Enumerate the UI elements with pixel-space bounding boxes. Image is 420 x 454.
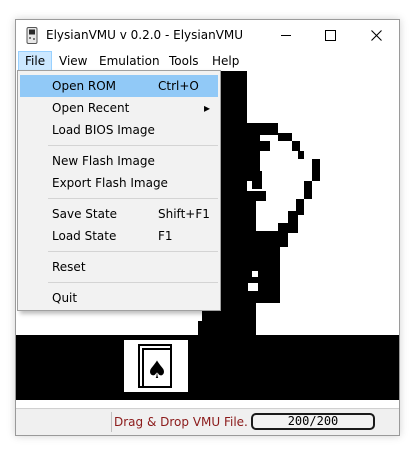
menu-item-reset[interactable]: Reset	[20, 256, 218, 278]
vmu-bottom-band	[16, 335, 399, 400]
menu-item-label: Quit	[52, 291, 78, 305]
menu-file[interactable]: File	[18, 51, 53, 71]
minimize-icon	[280, 35, 291, 36]
menu-item-label: New Flash Image	[52, 154, 155, 168]
maximize-button[interactable]	[308, 20, 353, 51]
maximize-icon	[325, 30, 336, 41]
spade-card-icon: ♠	[138, 344, 172, 388]
card-icon-tile: ♠	[124, 340, 188, 392]
menu-item-label: Save State	[52, 207, 118, 221]
title-bar[interactable]: ElysianVMU v 0.2.0 - ElysianVMU	[16, 20, 399, 51]
menu-item-label: Export Flash Image	[52, 176, 168, 190]
menu-item-open-rom[interactable]: Open ROM Ctrl+O	[20, 75, 218, 97]
menu-item-shortcut: Shift+F1	[158, 207, 210, 221]
menu-item-label: Open Recent	[52, 101, 130, 115]
menu-help[interactable]: Help	[206, 51, 245, 71]
menu-item-open-recent[interactable]: Open Recent ▸	[20, 97, 218, 119]
file-menu-dropdown: Open ROM Ctrl+O Open Recent ▸ Load BIOS …	[17, 70, 221, 311]
menu-tools[interactable]: Tools	[163, 51, 205, 71]
close-icon	[371, 30, 382, 41]
menu-item-load-state[interactable]: Load State F1	[20, 225, 218, 247]
menu-view[interactable]: View	[53, 51, 93, 71]
menu-separator	[48, 251, 218, 252]
menu-item-label: Load State	[52, 229, 117, 243]
menu-item-shortcut: F1	[158, 229, 173, 243]
window-title: ElysianVMU v 0.2.0 - ElysianVMU	[46, 28, 244, 42]
menu-item-quit[interactable]: Quit	[20, 287, 218, 309]
menu-separator	[48, 282, 218, 283]
status-bar: Drag & Drop VMU File. 200/200	[16, 408, 399, 435]
minimize-button[interactable]	[263, 20, 308, 51]
menu-bar: File View Emulation Tools Help	[16, 51, 399, 71]
block-counter: 200/200	[251, 413, 375, 430]
submenu-arrow-icon: ▸	[204, 101, 211, 115]
menu-separator	[48, 198, 218, 199]
menu-item-save-state[interactable]: Save State Shift+F1	[20, 203, 218, 225]
menu-item-label: Load BIOS Image	[52, 123, 155, 137]
menu-separator	[48, 145, 218, 146]
menu-item-shortcut: Ctrl+O	[158, 79, 199, 93]
menu-emulation[interactable]: Emulation	[93, 51, 166, 71]
menu-item-label: Reset	[52, 260, 86, 274]
menu-item-export-flash-image[interactable]: Export Flash Image	[20, 172, 218, 194]
status-divider	[111, 412, 112, 432]
menu-item-label: Open ROM	[52, 79, 117, 93]
close-button[interactable]	[354, 20, 399, 51]
status-message: Drag & Drop VMU File.	[114, 415, 248, 429]
vmu-app-icon	[26, 27, 38, 44]
svg-text:♠: ♠	[146, 356, 168, 384]
menu-item-new-flash-image[interactable]: New Flash Image	[20, 150, 218, 172]
menu-item-load-bios-image[interactable]: Load BIOS Image	[20, 119, 218, 141]
